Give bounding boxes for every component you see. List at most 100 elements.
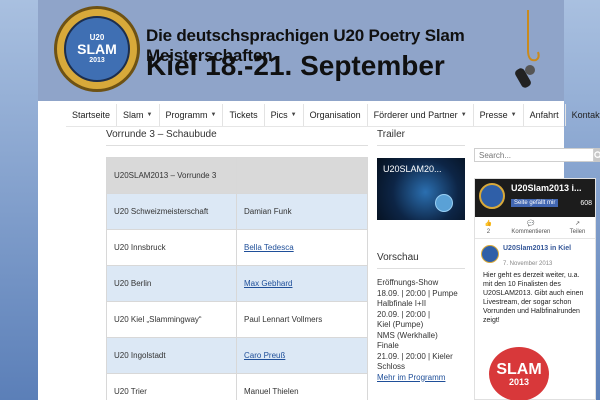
caret-down-icon: ▼ [510,112,517,118]
facebook-share-stat[interactable]: ↗ Teilen [570,220,586,236]
vorrunde-table: U20SLAM2013 – Vorrunde 3 U20 Schweizmeis… [106,157,368,400]
facebook-like-label: Seite gefällt mir [514,200,556,206]
nav-item-label: Pics [270,110,288,120]
post-author-avatar [481,245,499,263]
facebook-like-count: 608 [580,200,592,207]
nav-item-organisation[interactable]: Organisation [304,104,368,126]
vorschau-line: 21.09. | 20:00 | Kieler [377,351,453,361]
vorschau-line: Eröffnungs-Show [377,278,439,287]
trailer-divider [377,145,465,146]
vorschau-divider [377,268,465,269]
group-cell: U20 Kiel „Slammingway“ [106,301,237,338]
vorschau-schedule: Eröffnungs-Show 18.09. | 20:00 | Pumpe Hal… [377,278,465,383]
nav-item-slam[interactable]: Slam ▼ [117,104,160,126]
post-image-text-2: 2013 [508,376,530,387]
video-title: U20SLAM20... [383,164,442,174]
like-stat-count: 2 [486,228,491,235]
poet-cell: Paul Lennart Vollmers [236,301,368,338]
banner-dates: Kiel 18.-21. September [146,50,445,81]
group-cell: U20 Schweizmeisterschaft [106,193,237,230]
trailer-heading: Trailer [377,129,405,140]
nav-item-tickets[interactable]: Tickets [223,104,265,126]
poet-cell: Damian Funk [236,193,368,230]
search-icon [594,150,600,158]
like-icon: 👍 [484,220,493,227]
poet-link[interactable]: Caro Preuß [244,351,285,360]
search-button[interactable] [594,148,600,162]
table-header-cell: U20SLAM2013 – Vorrunde 3 [106,157,237,194]
post-image-slam-logo[interactable]: SLAM 2013 [489,347,549,400]
mehr-im-programm-link[interactable]: Mehr im Programm [377,373,445,382]
search-input[interactable] [474,148,594,162]
table-row: U20 Innsbruck Bella Tedesca [106,229,368,266]
nav-item-anfahrt[interactable]: Anfahrt [524,104,566,126]
vorschau-line: 20.09. | 20:00 | [377,309,431,319]
nav-item-f-rderer-und-partner[interactable]: Förderer und Partner ▼ [368,104,474,126]
poet-name: Paul Lennart Vollmers [244,315,323,324]
vorschau-line: Kiel (Pumpe) [377,320,424,329]
post-text: Hier geht es derzeit weiter, u.a. mit de… [483,272,584,324]
u20-slam-logo: U20 SLAM 2013 [54,6,140,92]
poet-link[interactable]: Bella Tedesca [244,243,294,252]
facebook-page-avatar [479,183,505,209]
post-author-name[interactable]: U20Slam2013 in Kiel [503,245,583,253]
caret-down-icon: ▼ [290,112,297,118]
poet-cell: Bella Tedesca [236,229,368,266]
nav-item-label: Programm [165,110,208,120]
poet-link[interactable]: Max Gebhard [244,279,292,288]
group-cell: U20 Trier [106,373,237,400]
post-image-text-1: SLAM [496,360,542,378]
trailer-video[interactable]: U20SLAM20... [377,158,465,220]
vorschau-line: Schloss [377,362,406,371]
facebook-like-button[interactable]: Seite gefällt mir [511,199,559,207]
logo-bottom-text: 2013 [89,56,105,64]
poet-name: Damian Funk [244,207,292,216]
caret-down-icon: ▼ [146,112,153,118]
facebook-header[interactable]: U20Slam2013 i... Seite gefällt mir 608 [475,179,595,217]
caret-down-icon: ▼ [460,112,467,118]
nav-item-kontakt[interactable]: Kontakt [566,104,600,126]
search-box [474,148,600,162]
nav-item-programm[interactable]: Programm ▼ [160,104,224,126]
video-globe-icon [435,194,453,212]
facebook-stats: 👍 2 💬 Kommentieren ↗ Teilen [475,217,595,239]
comment-stat-label: Kommentieren [511,228,551,235]
nav-item-label: Tickets [229,110,258,120]
nav-item-label: Presse [479,110,508,120]
table-row: U20 Ingolstadt Caro Preuß [106,337,368,374]
facebook-page-name[interactable]: U20Slam2013 i... [511,183,582,193]
nav-item-presse[interactable]: Presse ▼ [474,104,524,126]
poet-cell: Caro Preuß [236,337,368,374]
table-header-row: U20SLAM2013 – Vorrunde 3 [106,157,368,194]
share-stat-label: Teilen [569,228,586,235]
table-row: U20 Schweizmeisterschaft Damian Funk [106,193,368,230]
poet-cell: Manuel Thielen [236,373,368,400]
post-date[interactable]: 7. November 2013 [503,261,552,267]
nav-item-label: Kontakt [571,110,600,120]
caret-down-icon: ▼ [210,112,217,118]
nav-item-pics[interactable]: Pics ▼ [265,104,304,126]
nav-item-label: Startseite [72,110,111,120]
group-cell: U20 Berlin [106,265,237,302]
table-header-empty-cell [236,157,368,194]
logo-main-text: SLAM [77,41,117,58]
page-title: Vorrunde 3 – Schaubude [106,129,217,140]
vorschau-heading: Vorschau [377,252,419,263]
facebook-comment-stat[interactable]: 💬 Kommentieren [511,220,550,236]
main-navigation: Startseite Slam ▼ Programm ▼ Tickets Pics ▼ Orga… [66,104,600,126]
nav-item-label: Organisation [309,110,361,120]
poet-cell: Max Gebhard [236,265,368,302]
facebook-page-widget: U20Slam2013 i... Seite gefällt mir 608 👍… [474,178,596,400]
header-banner[interactable]: U20 SLAM 2013 Die deutschsprachigen U20 … [38,0,564,101]
group-cell: U20 Ingolstadt [106,337,237,374]
facebook-post-header: U20Slam2013 in Kiel 7. November 2013 [475,245,595,271]
table-row: U20 Berlin Max Gebhard [106,265,368,302]
poet-name: Manuel Thielen [244,387,299,396]
comment-icon: 💬 [527,220,535,227]
table-row: U20 Kiel „Slammingway“ Paul Lennart Vollm… [106,301,368,338]
nav-divider [66,126,564,127]
nav-item-startseite[interactable]: Startseite [66,104,118,126]
facebook-like-stat[interactable]: 👍 2 [485,220,492,236]
vorschau-line: Halbfinale I+II [377,299,427,308]
vorschau-line: Finale [377,341,399,350]
